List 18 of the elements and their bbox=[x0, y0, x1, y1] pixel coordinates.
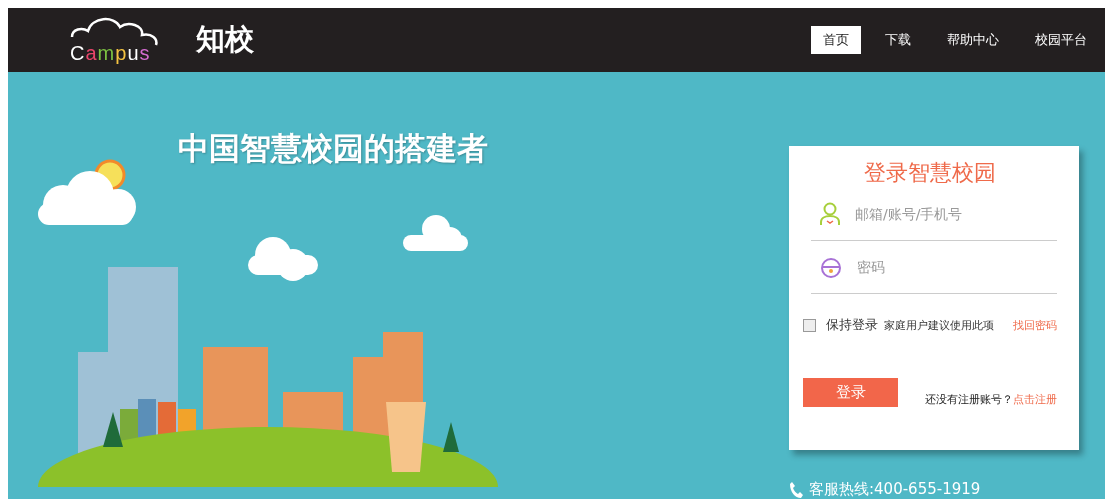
campus-logo: Campus bbox=[66, 11, 186, 69]
nav-link[interactable]: 下载 bbox=[873, 26, 923, 54]
user-icon bbox=[819, 202, 841, 226]
padlock-icon bbox=[819, 256, 843, 278]
headline: 中国智慧校园的搭建者 bbox=[178, 130, 489, 168]
input-field[interactable]: 邮箱/账号/手机号 bbox=[853, 205, 1037, 223]
checkbox[interactable] bbox=[803, 318, 816, 332]
brand-name: 知校 bbox=[196, 21, 254, 58]
login-title: 登录智慧校园 bbox=[864, 159, 996, 187]
hotline-text: 客服热线:400-655-1919 bbox=[809, 480, 981, 499]
remember-label: 保持登录 bbox=[826, 316, 878, 334]
nav-link[interactable]: 首页 bbox=[811, 26, 861, 54]
input-field[interactable]: 密码 bbox=[855, 258, 1039, 276]
nav-link[interactable]: 校园平台 bbox=[1023, 26, 1099, 54]
phone-icon bbox=[789, 480, 803, 499]
register-prompt: 还没有注册账号？ bbox=[925, 392, 1013, 407]
remember-hint: 家庭用户建议使用此项 bbox=[884, 317, 994, 333]
nav-link[interactable]: 帮助中心 bbox=[935, 26, 1011, 54]
